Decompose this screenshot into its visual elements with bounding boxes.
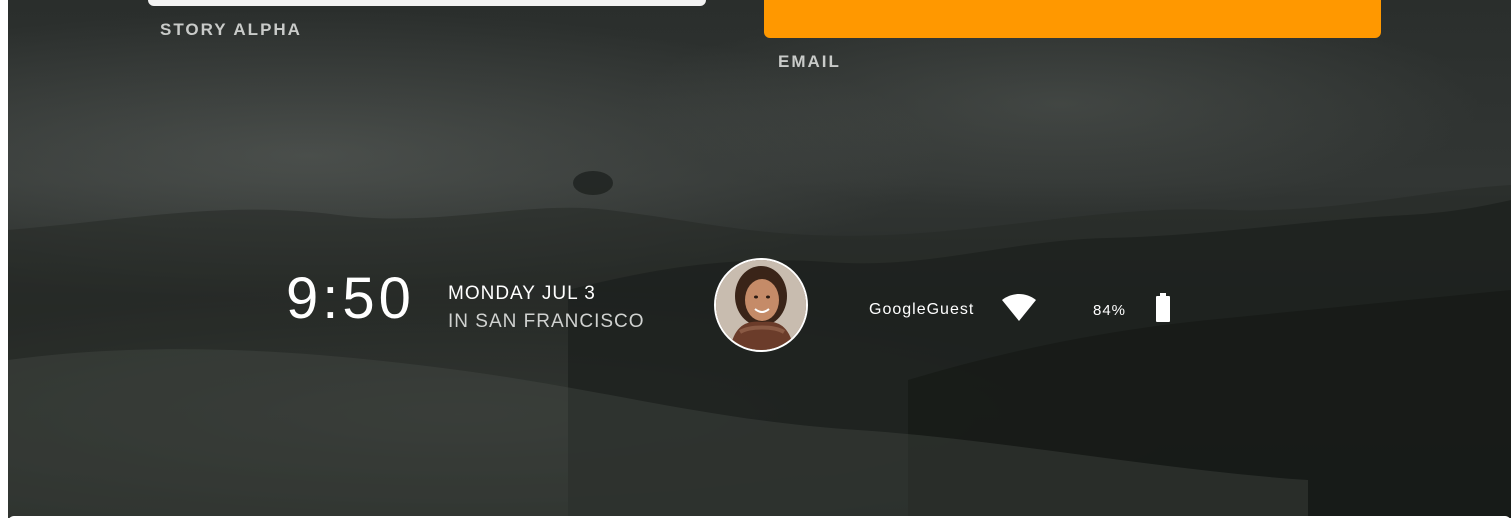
- date-text: MONDAY JUL 3: [448, 283, 596, 304]
- lock-screen-background: STORY ALPHA EMAIL 9:50 MONDAY JUL 3 IN S…: [8, 0, 1511, 518]
- user-avatar-image: [716, 260, 806, 350]
- story-alpha-label: STORY ALPHA: [160, 20, 302, 39]
- bottom-sheet-edge[interactable]: [8, 516, 1511, 528]
- user-avatar[interactable]: [714, 258, 808, 352]
- location-text: IN SAN FRANCISCO: [448, 311, 645, 332]
- battery-icon: [1156, 293, 1170, 322]
- story-alpha-card[interactable]: [148, 0, 706, 6]
- email-card[interactable]: [764, 0, 1381, 38]
- wifi-icon: [1002, 294, 1036, 321]
- network-name: GoogleGuest: [869, 301, 975, 318]
- battery-percent: 84%: [1093, 302, 1127, 319]
- clock-time: 9:50: [286, 266, 415, 331]
- email-label: EMAIL: [778, 52, 841, 71]
